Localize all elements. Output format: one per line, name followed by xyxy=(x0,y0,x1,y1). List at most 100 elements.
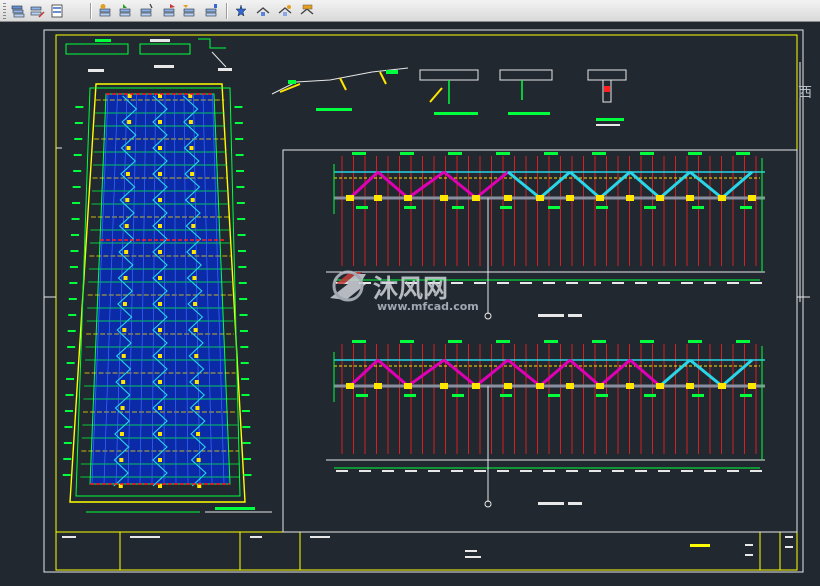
plan-dim-tick-right xyxy=(241,394,250,396)
plan-dim-tick-right xyxy=(234,106,243,108)
layer-off-icon[interactable] xyxy=(180,2,198,20)
plan-node-mark xyxy=(195,406,200,410)
plan-dim-tick-right xyxy=(242,426,251,428)
truss-node-plate xyxy=(596,383,604,389)
layer-freeze-icon[interactable] xyxy=(202,2,220,20)
plan-dim-tick-left xyxy=(67,346,76,348)
truss-diagonal xyxy=(348,358,380,388)
truss-node-plate xyxy=(626,195,634,201)
plan-node-mark xyxy=(120,406,125,410)
truss-diagonal xyxy=(507,358,541,388)
plan-dim-tick-right xyxy=(235,138,244,140)
toolbar-grip[interactable] xyxy=(3,3,6,19)
truss-label-mark xyxy=(736,152,750,155)
plan-dim-tick-right xyxy=(238,266,247,268)
layer-previous-icon[interactable] xyxy=(96,2,114,20)
plan-dim-tick-right xyxy=(239,298,248,300)
truss-label-mark xyxy=(688,340,702,343)
plan-dim-tick-left xyxy=(71,218,80,220)
layer-isolate-icon[interactable] xyxy=(137,2,155,20)
truss-label-mark xyxy=(544,340,558,343)
truss-diagonal xyxy=(689,358,723,388)
truss-diagonal xyxy=(443,358,477,388)
plan-dim-tick-right xyxy=(243,458,252,460)
stack-layers-icon[interactable] xyxy=(9,2,27,20)
elevation-dim-label-mark xyxy=(750,470,762,472)
plan-dim-tick-left xyxy=(70,234,79,236)
truss-node-plate xyxy=(504,195,512,201)
toolbar-separator xyxy=(226,3,228,19)
truss-node-plate xyxy=(346,383,354,389)
truss-label-mark xyxy=(548,394,560,397)
elevation-dim-label-mark xyxy=(658,470,670,472)
elevation-dim-label-mark xyxy=(750,282,762,284)
truss-diagonal xyxy=(377,170,409,200)
plan-node-mark xyxy=(121,380,126,384)
elevation-title-mark xyxy=(568,314,582,317)
plan-dim-tick-right xyxy=(237,250,246,252)
layer-walk-icon[interactable] xyxy=(254,2,272,20)
truss-label-mark xyxy=(596,206,608,209)
truss-label-mark xyxy=(740,394,752,397)
truss-label-mark xyxy=(736,340,750,343)
layer-merge-icon[interactable] xyxy=(276,2,294,20)
plan-node-mark xyxy=(192,276,197,280)
drawing-canvas[interactable]: 西 沐风网 www.mfcad.com xyxy=(0,22,820,586)
plan-dim-tick-left xyxy=(72,186,81,188)
truss-node-plate xyxy=(566,383,574,389)
plan-dim-tick-left xyxy=(69,266,78,268)
layer-delete-icon[interactable] xyxy=(298,2,316,20)
truss-node-plate xyxy=(472,383,480,389)
plan-node-mark xyxy=(158,380,162,384)
plan-node-mark xyxy=(122,302,127,306)
truss-label-mark xyxy=(352,340,366,343)
truss-label-mark xyxy=(356,206,368,209)
layer-lock-icon[interactable] xyxy=(232,2,250,20)
watermark-brand: 沐风网 xyxy=(373,274,448,303)
elevation-dim-label-mark xyxy=(382,470,394,472)
layer-unisolate-icon[interactable] xyxy=(160,2,178,20)
section-details xyxy=(271,67,627,126)
plan-node-mark xyxy=(158,432,162,436)
truss-node-plate xyxy=(374,195,382,201)
elevation-dim-label-mark xyxy=(635,470,647,472)
layer-match-icon[interactable] xyxy=(116,2,134,20)
plan-node-mark xyxy=(125,198,130,202)
truss-node-plate xyxy=(718,195,726,201)
plan-node-mark xyxy=(126,146,131,150)
plan-dim-tick-right xyxy=(236,186,245,188)
plan-node-mark xyxy=(119,432,124,436)
truss-node-plate xyxy=(472,195,480,201)
plan-node-mark xyxy=(190,198,195,202)
plan-dim-tick-left xyxy=(74,138,83,140)
elevation-dim-label-mark xyxy=(681,470,693,472)
plan-dim-tick-right xyxy=(240,362,249,364)
layer-edit-icon[interactable] xyxy=(28,2,46,20)
truss-label-mark xyxy=(500,394,512,397)
cad-drawing: 西 沐风网 www.mfcad.com xyxy=(43,29,812,573)
plan-node-mark xyxy=(193,328,198,332)
plan-dim-tick-right xyxy=(243,474,252,476)
elevation-dim-label-mark xyxy=(566,470,578,472)
truss-diagonal xyxy=(599,358,631,388)
plan-node-mark xyxy=(158,172,162,176)
plan-dim-tick-left xyxy=(75,106,84,108)
plan-node-mark xyxy=(124,250,129,254)
truss-label-mark xyxy=(548,206,560,209)
truss-node-plate xyxy=(626,383,634,389)
plan-dim-tick-right xyxy=(234,122,243,124)
truss-label-mark xyxy=(496,340,510,343)
plan-dim-tick-left xyxy=(64,410,73,412)
truss-diagonal xyxy=(629,170,661,200)
truss-diagonal xyxy=(721,170,753,200)
plan-dim-tick-left xyxy=(74,122,83,124)
plan-dim-tick-left xyxy=(64,426,73,428)
plan-node-mark xyxy=(196,432,201,436)
truss-node-plate xyxy=(718,383,726,389)
plan-node-mark xyxy=(191,224,196,228)
truss-label-mark xyxy=(640,152,654,155)
plan-dim-tick-left xyxy=(70,250,79,252)
truss-label-mark xyxy=(496,152,510,155)
plan-node-mark xyxy=(158,406,162,410)
layer-states-icon[interactable] xyxy=(48,2,66,20)
